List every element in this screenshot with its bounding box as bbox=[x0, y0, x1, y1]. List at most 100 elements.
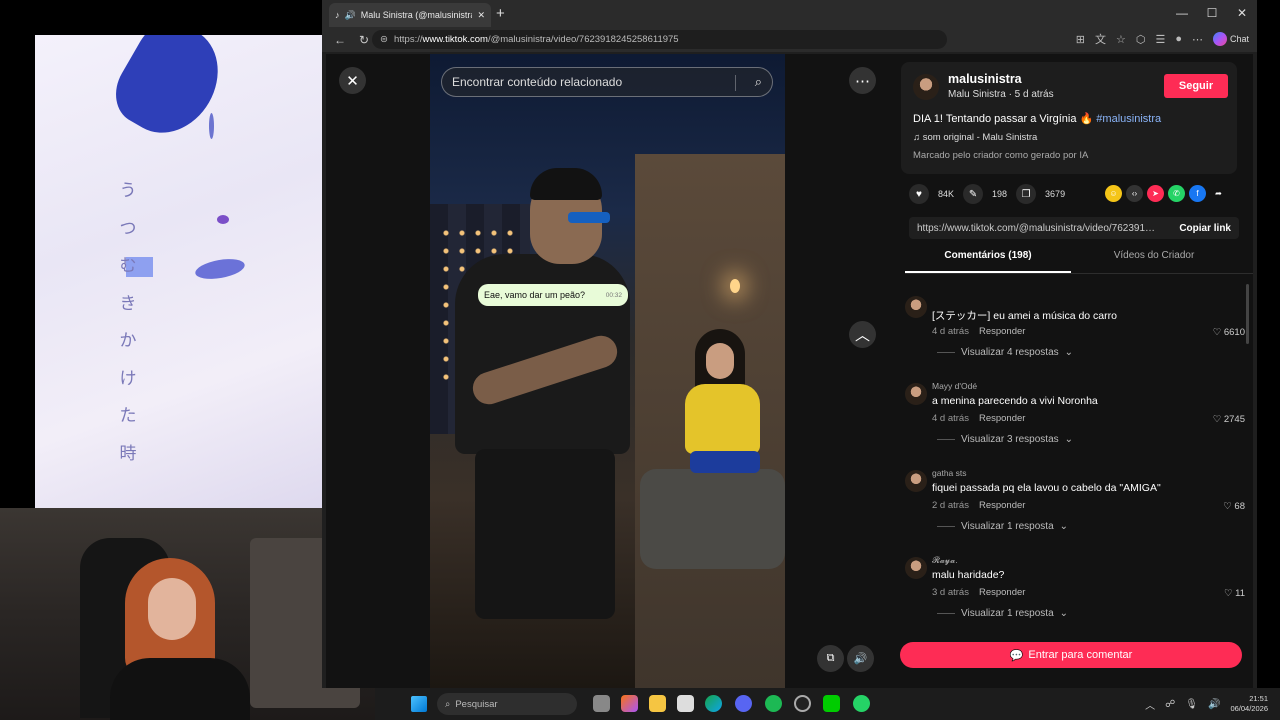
comment-icon[interactable]: ✎ bbox=[963, 184, 984, 204]
related-search-input[interactable]: Encontrar conteúdo relacionado ⌕ bbox=[441, 67, 773, 97]
copy-link-button[interactable]: Copiar link bbox=[1179, 223, 1231, 234]
bookmark-icon[interactable]: ❐ bbox=[1016, 184, 1037, 204]
commenter-avatar[interactable] bbox=[905, 557, 927, 579]
tab-comments[interactable]: Comentários (198) bbox=[905, 250, 1071, 273]
task-view-icon[interactable] bbox=[593, 695, 610, 712]
close-tab-icon[interactable]: ✕ bbox=[477, 10, 485, 21]
comment-text: a menina parecendo a vivi Noronha bbox=[932, 395, 1098, 407]
like-icon[interactable]: ♥ bbox=[909, 184, 929, 204]
store-icon[interactable] bbox=[677, 695, 694, 712]
commenter-name[interactable]: gatha sts bbox=[932, 468, 967, 478]
windows-taskbar: ⌕ Pesquisar ︿ ☍ 🎙 🔊 21:51 06/04/2026 bbox=[375, 688, 1280, 720]
network-icon[interactable]: ☍ bbox=[1165, 699, 1175, 710]
close-window-button[interactable]: ✕ bbox=[1227, 0, 1257, 26]
volume-button[interactable]: 🔊 bbox=[847, 645, 874, 672]
whatsapp-icon[interactable] bbox=[853, 695, 870, 712]
view-replies-button[interactable]: Visualizar 1 resposta ⌄ bbox=[937, 608, 1068, 619]
comment-time: 3 d atrás bbox=[932, 587, 969, 598]
search-icon[interactable]: ⌕ bbox=[755, 74, 762, 90]
new-tab-button[interactable]: + bbox=[496, 5, 505, 22]
hashtag-link[interactable]: #malusinistra bbox=[1096, 113, 1161, 125]
close-video-button[interactable]: ✕ bbox=[339, 67, 366, 94]
comment-likes[interactable]: ♡ 6610 bbox=[1213, 327, 1245, 338]
comment-likes[interactable]: ♡ 11 bbox=[1224, 588, 1245, 599]
commenter-name[interactable]: Mayy d'Odé bbox=[932, 381, 977, 391]
back-button[interactable]: ← bbox=[328, 33, 352, 47]
spotify-icon[interactable] bbox=[765, 695, 782, 712]
whatsapp-icon[interactable]: ✆ bbox=[1168, 185, 1185, 202]
copilot-chat-button[interactable]: Chat bbox=[1212, 32, 1249, 46]
comment-item: [ステッカー] eu amei a música do carro 4 d at… bbox=[905, 294, 1245, 374]
sound-link[interactable]: ♫ som original - Malu Sinistra bbox=[913, 132, 1037, 143]
favorites-list-icon[interactable]: ☰ bbox=[1155, 33, 1165, 46]
extensions-icon[interactable]: ⬡ bbox=[1136, 33, 1146, 46]
start-button[interactable] bbox=[411, 696, 427, 712]
tab-creator-videos[interactable]: Vídeos do Criador bbox=[1071, 250, 1237, 273]
commenter-avatar[interactable] bbox=[905, 296, 927, 318]
mic-icon[interactable]: 🎙 bbox=[1185, 699, 1198, 710]
commenter-avatar[interactable] bbox=[905, 470, 927, 492]
floating-player-button[interactable]: ⧉ bbox=[817, 645, 844, 672]
url-field[interactable]: ⊜ https://www.tiktok.com/@malusinistra/v… bbox=[372, 30, 947, 49]
volume-icon[interactable]: 🔊 bbox=[1208, 699, 1220, 710]
browser-tab[interactable]: ♪ 🔊 Malu Sinistra (@malusinistra) ✕ bbox=[329, 3, 491, 27]
send-icon[interactable]: ➤ bbox=[1147, 185, 1164, 202]
site-info-icon[interactable]: ⊜ bbox=[380, 34, 388, 45]
vertical-japanese-text: う つ む き か け た 時 bbox=[119, 181, 137, 464]
edge-icon[interactable] bbox=[705, 695, 722, 712]
comments-scrollbar[interactable] bbox=[1246, 284, 1249, 344]
comment-likes[interactable]: ♡ 2745 bbox=[1213, 414, 1245, 425]
tiktok-icon: ♪ bbox=[335, 10, 340, 20]
view-replies-button[interactable]: Visualizar 3 respostas ⌄ bbox=[937, 434, 1073, 445]
wall-lamp bbox=[730, 279, 740, 293]
copy-link-row: https://www.tiktok.com/@malusinistra/vid… bbox=[909, 217, 1239, 239]
commenter-avatar[interactable] bbox=[905, 383, 927, 405]
commenter-name[interactable]: 𝓡𝓪𝔂𝓪. bbox=[932, 555, 958, 566]
grid-icon[interactable]: ⊞ bbox=[1076, 33, 1085, 46]
system-tray: ︿ ☍ 🎙 🔊 21:51 06/04/2026 bbox=[1145, 694, 1268, 714]
comment-count: 198 bbox=[992, 189, 1008, 199]
reply-button[interactable]: Responder bbox=[979, 326, 1025, 337]
obs-icon[interactable] bbox=[794, 695, 811, 712]
reply-button[interactable]: Responder bbox=[979, 413, 1025, 424]
more-options-button[interactable]: ⋯ bbox=[849, 67, 876, 94]
discord-icon[interactable] bbox=[735, 695, 752, 712]
reply-button[interactable]: Responder bbox=[979, 587, 1025, 598]
speaker-icon[interactable]: 🔊 bbox=[345, 10, 356, 21]
reply-button[interactable]: Responder bbox=[979, 500, 1025, 511]
comment-likes[interactable]: ♡ 68 bbox=[1223, 501, 1245, 512]
chevron-down-icon: ⌄ bbox=[1059, 521, 1069, 532]
share-buttons: ☺ ‹› ➤ ✆ f ➦ bbox=[1105, 185, 1227, 202]
translate-icon[interactable]: 文 bbox=[1095, 31, 1106, 47]
maximize-button[interactable]: ☐ bbox=[1197, 0, 1227, 26]
comment-text: malu haridade? bbox=[932, 569, 1005, 581]
chevron-up-icon[interactable]: ︿ bbox=[1145, 697, 1155, 712]
creator-avatar[interactable] bbox=[913, 74, 939, 100]
chat-bubble: Eae, vamo dar um peão? 00:32 bbox=[478, 284, 628, 306]
creator-card: malusinistra Malu Sinistra · 5 d atrás S… bbox=[901, 62, 1237, 174]
man-hair bbox=[530, 168, 602, 200]
streamer-face bbox=[148, 578, 196, 640]
share-arrow-icon[interactable]: ➦ bbox=[1210, 185, 1227, 202]
more-menu-icon[interactable]: ⋯ bbox=[1192, 33, 1203, 46]
clock[interactable]: 21:51 06/04/2026 bbox=[1230, 694, 1268, 714]
emoji-share-icon[interactable]: ☺ bbox=[1105, 185, 1122, 202]
follow-button[interactable]: Seguir bbox=[1164, 74, 1228, 98]
widgets-icon[interactable] bbox=[621, 695, 638, 712]
creator-username[interactable]: malusinistra bbox=[948, 72, 1022, 86]
login-to-comment-button[interactable]: 💬 Entrar para comentar bbox=[900, 642, 1242, 668]
embed-icon[interactable]: ‹› bbox=[1126, 185, 1143, 202]
video-link-text[interactable]: https://www.tiktok.com/@malusinistra/vid… bbox=[917, 223, 1157, 234]
minimize-button[interactable]: — bbox=[1167, 0, 1197, 26]
video-frame[interactable]: Eae, vamo dar um peão? 00:32 Encontrar c… bbox=[430, 54, 785, 688]
media-player-icon[interactable] bbox=[823, 695, 840, 712]
profile-avatar[interactable]: ● bbox=[1175, 33, 1182, 45]
creator-subtitle: Malu Sinistra · 5 d atrás bbox=[948, 89, 1054, 100]
view-replies-button[interactable]: Visualizar 1 resposta ⌄ bbox=[937, 521, 1068, 532]
taskbar-search[interactable]: ⌕ Pesquisar bbox=[437, 693, 577, 715]
previous-video-button[interactable]: ︿ bbox=[849, 321, 876, 348]
facebook-icon[interactable]: f bbox=[1189, 185, 1206, 202]
view-replies-button[interactable]: Visualizar 4 respostas ⌄ bbox=[937, 347, 1073, 358]
favorite-icon[interactable]: ☆ bbox=[1116, 33, 1126, 46]
file-explorer-icon[interactable] bbox=[649, 695, 666, 712]
